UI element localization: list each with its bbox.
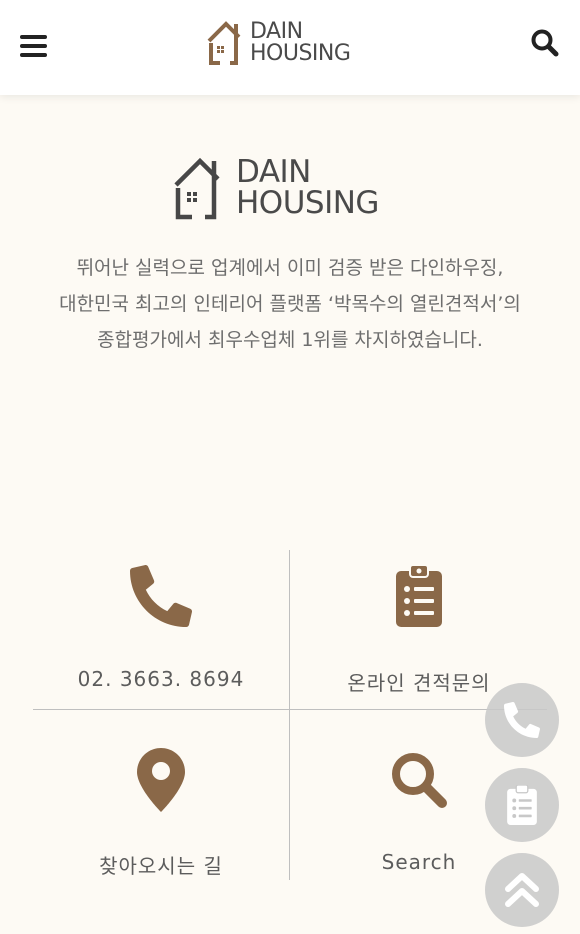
page: DAIN HOUSING DAIN HOUSING 뛰어난 실력으로 업계에서 … bbox=[0, 0, 580, 934]
house-logo-icon bbox=[207, 21, 241, 65]
hero-logo-line1: DAIN bbox=[236, 154, 311, 190]
map-marker-icon bbox=[137, 748, 185, 812]
search-icon bbox=[531, 29, 559, 57]
phone-icon bbox=[504, 702, 540, 738]
search-icon bbox=[392, 753, 447, 808]
double-chevron-up-icon bbox=[505, 873, 539, 907]
header-logo-line1: DAIN bbox=[250, 19, 303, 44]
intro-line: 대한민국 최고의 인테리어 플랫폼 ‘박목수의 열린견적서’의 bbox=[59, 293, 521, 315]
clipboard-list-icon bbox=[396, 565, 442, 627]
header-logo-line2: HOUSING bbox=[250, 41, 351, 66]
intro-text: 뛰어난 실력으로 업계에서 이미 검증 받은 다인하우징, 대한민국 최고의 인… bbox=[20, 250, 560, 358]
intro-line: 종합평가에서 최우수업체 1위를 차지하였습니다. bbox=[97, 329, 483, 351]
house-logo-icon bbox=[174, 157, 220, 220]
hero-logo-line2: HOUSING bbox=[236, 185, 379, 221]
phone-link[interactable]: 02. 3663. 8694 bbox=[33, 555, 289, 715]
hamburger-menu-icon bbox=[20, 35, 47, 57]
menu-button[interactable] bbox=[20, 35, 48, 57]
directions-link[interactable]: 찾아오시는 길 bbox=[33, 740, 289, 900]
site-header: DAIN HOUSING bbox=[0, 0, 580, 95]
hero-logo: DAIN HOUSING bbox=[172, 155, 412, 225]
floating-call-button[interactable] bbox=[485, 683, 559, 757]
grid-divider-vertical bbox=[289, 550, 290, 880]
floating-estimate-button[interactable] bbox=[485, 768, 559, 842]
phone-number-label: 02. 3663. 8694 bbox=[77, 667, 245, 691]
intro-line: 뛰어난 실력으로 업계에서 이미 검증 받은 다인하우징, bbox=[76, 257, 504, 279]
scroll-top-button[interactable] bbox=[485, 853, 559, 927]
directions-label: 찾아오시는 길 bbox=[99, 854, 223, 878]
header-logo[interactable]: DAIN HOUSING bbox=[206, 19, 376, 69]
clipboard-list-icon bbox=[507, 785, 537, 825]
header-search-button[interactable] bbox=[530, 28, 560, 58]
phone-icon bbox=[130, 565, 192, 627]
